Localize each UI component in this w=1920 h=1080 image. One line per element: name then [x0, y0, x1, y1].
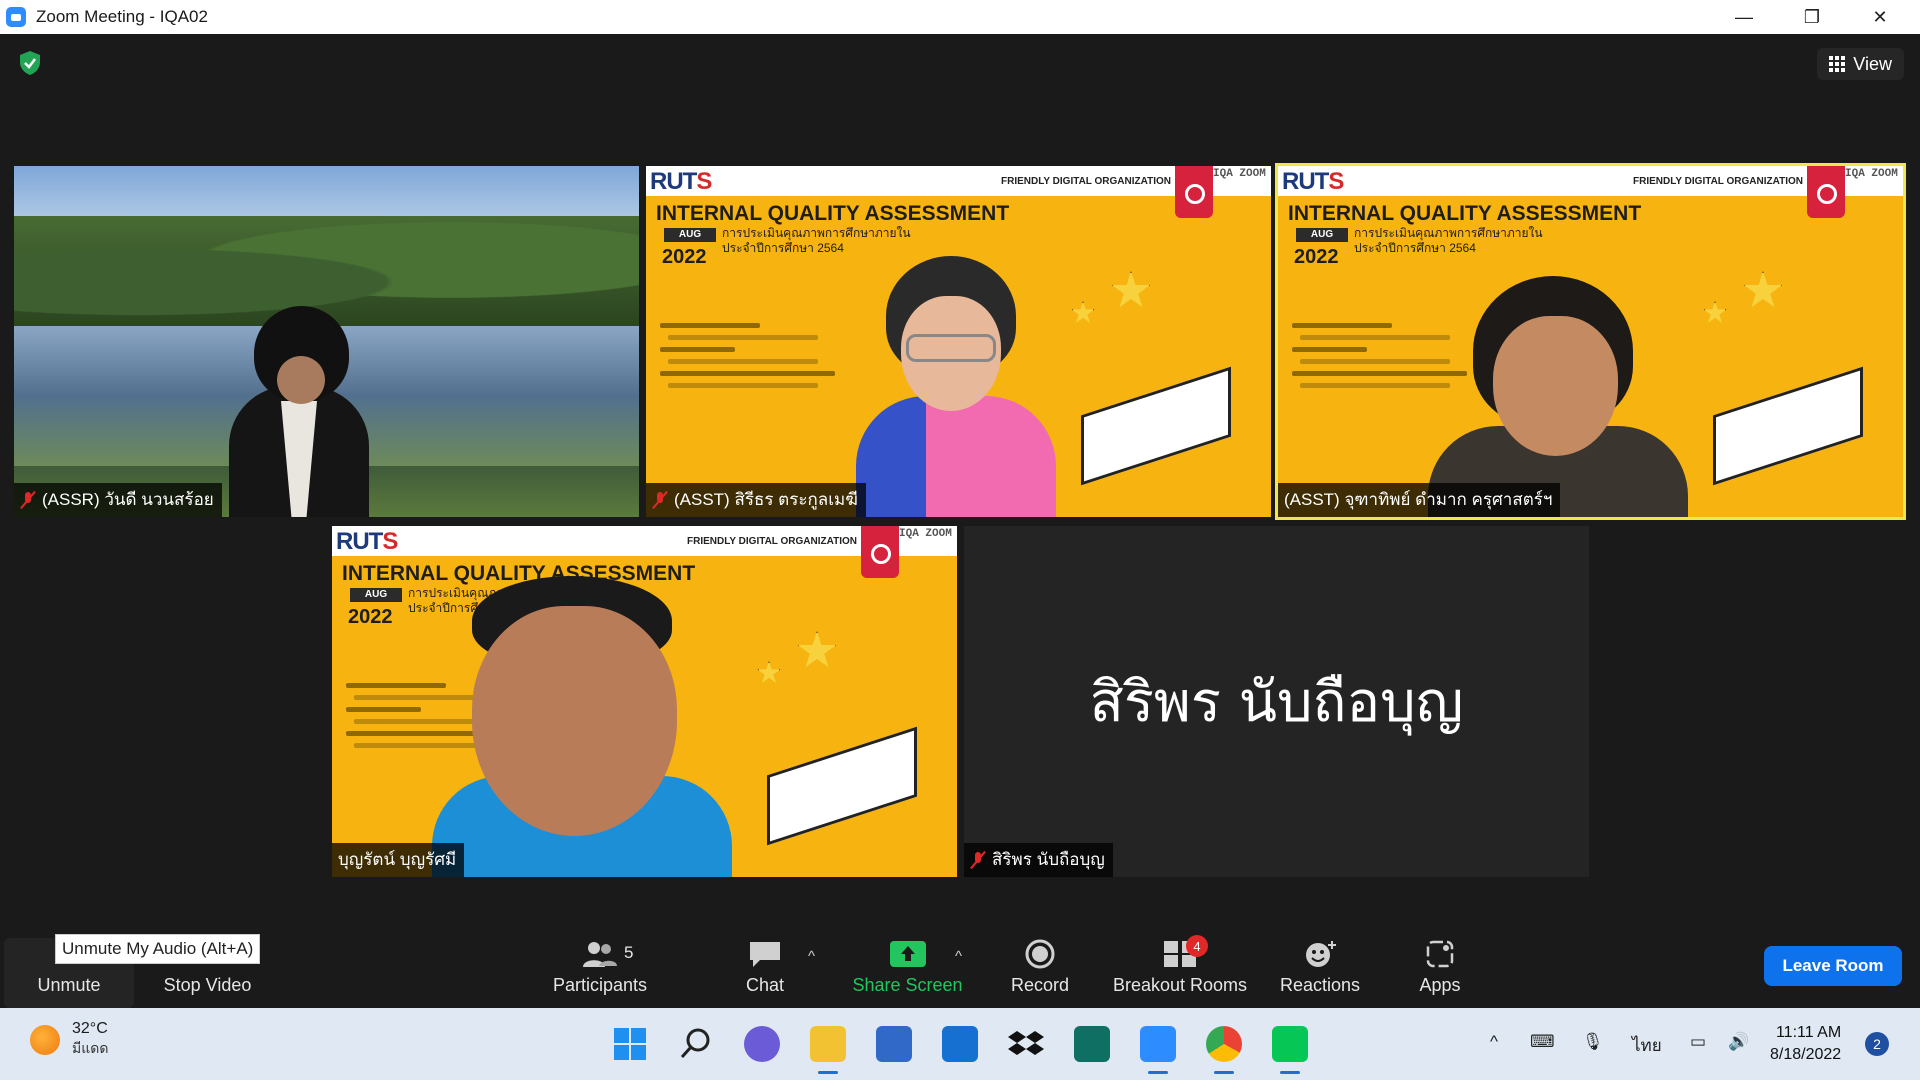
video-tile-1[interactable]: (ASSR) วันดี นวนสร้อย: [14, 166, 639, 517]
participant-video: [229, 306, 369, 517]
chat-caret-icon[interactable]: ^: [808, 948, 815, 965]
muted-mic-icon: [20, 491, 36, 509]
zoom-taskbar-icon[interactable]: [1140, 1026, 1176, 1074]
temperature: 32°C: [72, 1020, 108, 1037]
chrome-icon[interactable]: [1206, 1026, 1242, 1074]
participant-name-tag: บุญรัตน์ บุญรัศมี: [332, 843, 465, 877]
participant-video: [432, 576, 732, 877]
participants-count: 5: [624, 943, 634, 962]
volume-icon[interactable]: 🔊: [1728, 1032, 1749, 1052]
window-title: Zoom Meeting - IQA02: [36, 7, 208, 26]
meeting-area: View (ASSR) วันดี นวนสร้อย RUTS FRIENDLY…: [0, 34, 1920, 938]
window-titlebar: Zoom Meeting - IQA02 — ❐ ✕: [0, 0, 1920, 34]
record-button[interactable]: Record: [995, 938, 1085, 1008]
record-label: Record: [1010, 975, 1070, 995]
share-screen-button[interactable]: Share Screen: [845, 938, 970, 1008]
breakout-rooms-label: Breakout Rooms: [1112, 975, 1248, 995]
video-tile-5-camera-off[interactable]: สิริพร นับถือบุญ สิริพร นับถือบุญ: [964, 526, 1589, 877]
dropbox-icon[interactable]: [1008, 1026, 1044, 1062]
participant-name-tag: (ASSR) วันดี นวนสร้อย: [14, 483, 222, 517]
encryption-shield-icon[interactable]: [18, 50, 42, 76]
participant-name-tag: (ASST) สิรีธร ตระกูลเมฆี: [646, 483, 866, 517]
microsoft-store-icon[interactable]: [876, 1026, 912, 1062]
reactions-button[interactable]: Reactions: [1275, 938, 1365, 1008]
weather-condition: มีแดด: [72, 1040, 109, 1056]
maximize-button[interactable]: ❐: [1778, 0, 1846, 34]
windows-start-icon[interactable]: [612, 1026, 648, 1062]
chat-button[interactable]: Chat: [725, 938, 805, 1008]
file-explorer-icon[interactable]: [810, 1026, 846, 1074]
record-icon: [1022, 939, 1058, 969]
mail-icon[interactable]: [942, 1026, 978, 1062]
view-button[interactable]: View: [1817, 48, 1904, 80]
apps-label: Apps: [1419, 975, 1461, 995]
participants-button[interactable]: 5 Participants: [540, 938, 660, 1008]
muted-mic-icon: [652, 491, 668, 509]
participant-name-tag: สิริพร นับถือบุญ: [964, 843, 1113, 877]
line-app-icon[interactable]: [1272, 1026, 1308, 1074]
app-icon[interactable]: [1074, 1026, 1110, 1062]
leave-room-button[interactable]: Leave Room: [1764, 946, 1902, 986]
network-icon[interactable]: ▭: [1690, 1032, 1706, 1052]
participant-name: บุญรัตน์ บุญรัศมี: [338, 850, 457, 869]
participant-name: (ASSR) วันดี นวนสร้อย: [42, 490, 214, 509]
breakout-rooms-icon: 4: [1162, 935, 1208, 969]
participant-name: (ASST) สิรีธร ตระกูลเมฆี: [674, 490, 858, 509]
zoom-app-icon: [6, 7, 26, 27]
chat-icon: [747, 939, 783, 969]
notification-badge[interactable]: 2: [1865, 1032, 1889, 1056]
tray-overflow-icon[interactable]: ^: [1490, 1032, 1498, 1052]
language-indicator[interactable]: ไทย: [1632, 1032, 1662, 1059]
search-icon[interactable]: [678, 1026, 714, 1062]
participant-video: [856, 256, 1056, 517]
clock-date: 8/18/2022: [1770, 1046, 1842, 1063]
teams-chat-icon[interactable]: [744, 1026, 780, 1062]
view-label: View: [1853, 53, 1892, 74]
unmute-tooltip: Unmute My Audio (Alt+A): [55, 934, 261, 964]
stop-video-label: Stop Video: [163, 975, 252, 995]
breakout-badge: 4: [1186, 935, 1208, 957]
keyboard-icon[interactable]: ⌨: [1530, 1032, 1555, 1052]
weather-widget[interactable]: 32°C มีแดด: [30, 1020, 108, 1060]
share-caret-icon[interactable]: ^: [955, 948, 962, 965]
reactions-label: Reactions: [1279, 975, 1361, 995]
participant-name: (ASST) จุฑาทิพย์ ดำมาก ครุศาสตร์ฯ: [1284, 490, 1553, 509]
video-tile-3-active-speaker[interactable]: RUTS FRIENDLY DIGITAL ORGANIZATION IQA Z…: [1275, 163, 1906, 520]
video-tile-2[interactable]: RUTS FRIENDLY DIGITAL ORGANIZATION IQA Z…: [646, 166, 1271, 517]
clock-time: 11:11 AM: [1775, 1024, 1842, 1041]
microphone-icon[interactable]: 🎙: [1582, 1032, 1604, 1052]
participant-name-tag: (ASST) จุฑาทิพย์ ดำมาก ครุศาสตร์ฯ: [1278, 483, 1561, 517]
share-screen-label: Share Screen: [852, 975, 963, 995]
participant-display-name: สิริพร นับถือบุญ: [1089, 670, 1464, 735]
participant-name: สิริพร นับถือบุญ: [992, 850, 1105, 869]
windows-taskbar: 32°C มีแดด ^ ⌨ 🎙 ไทย ▭ 🔊 11:11 AM 8/18/2…: [0, 1008, 1920, 1080]
video-tile-4[interactable]: RUTS FRIENDLY DIGITAL ORGANIZATION IQA Z…: [332, 526, 957, 877]
sun-icon: [30, 1025, 60, 1055]
unmute-label: Unmute: [37, 975, 101, 995]
participants-icon: 5: [582, 939, 633, 969]
close-button[interactable]: ✕: [1846, 0, 1914, 34]
participant-video: [1428, 276, 1688, 517]
grid-icon: [1829, 56, 1846, 72]
system-clock[interactable]: 11:11 AM 8/18/2022: [1770, 1022, 1841, 1066]
minimize-button[interactable]: —: [1710, 0, 1778, 34]
apps-button[interactable]: Apps: [1405, 938, 1475, 1008]
meeting-toolbar: Unmute Stop Video 5 Participants Chat ^ …: [0, 935, 1920, 1008]
chat-label: Chat: [745, 975, 785, 995]
share-screen-icon: [889, 939, 926, 969]
reactions-icon: [1302, 939, 1338, 969]
participants-label: Participants: [552, 975, 648, 995]
muted-mic-icon: [970, 851, 986, 869]
breakout-rooms-button[interactable]: 4 Breakout Rooms: [1105, 935, 1255, 1008]
apps-icon: [1422, 939, 1458, 969]
